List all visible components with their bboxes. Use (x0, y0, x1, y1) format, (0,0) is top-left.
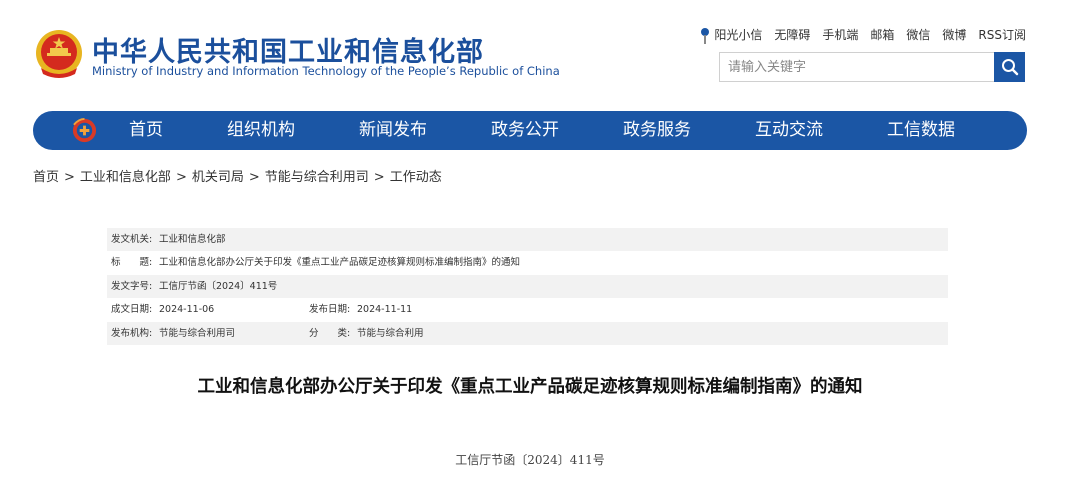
nav-item-home[interactable]: 首页 (129, 111, 163, 150)
torch-icon (701, 27, 710, 44)
meta-label: 发布机构: (111, 327, 153, 339)
meta-value-title: 工业和信息化部办公厅关于印发《重点工业产品碳足迹核算规则标准编制指南》的通知 (159, 257, 521, 269)
breadcrumb-item-home[interactable]: 首页 (33, 170, 59, 185)
meta-value-issuer: 工业和信息化部 (159, 234, 226, 245)
meta-label: 发布日期: (309, 304, 351, 316)
meta-row-dates: 成文日期: 2024-11-06 发布日期: 2024-11-11 (107, 298, 948, 321)
nav-item-data[interactable]: 工信数据 (887, 111, 955, 150)
top-link-rss[interactable]: RSS订阅 (978, 26, 1026, 43)
top-link-mobile[interactable]: 手机端 (822, 26, 858, 43)
meta-label: 发文机关: (111, 234, 153, 245)
meta-value-created: 2024-11-06 (159, 304, 215, 316)
meta-label: 发文字号: (111, 280, 153, 292)
breadcrumb-item-work-news[interactable]: 工作动态 (390, 170, 442, 185)
nav-item-news[interactable]: 新闻发布 (359, 111, 427, 150)
breadcrumb-separator: > (64, 170, 75, 185)
meta-value-category: 节能与综合利用 (357, 327, 424, 339)
meta-label: 分 类: (309, 327, 351, 339)
meta-value-published: 2024-11-11 (357, 304, 413, 316)
top-link-sunshine[interactable]: 阳光小信 (700, 26, 762, 44)
nav-item-organization[interactable]: 组织机构 (227, 111, 295, 150)
search-box (719, 52, 1025, 82)
meta-row-doc-no: 发文字号: 工信厅节函〔2024〕411号 (107, 274, 948, 299)
breadcrumb-separator: > (248, 170, 260, 185)
main-nav: 首页 组织机构 新闻发布 政务公开 政务服务 互动交流 工信数据 (33, 111, 1027, 150)
breadcrumb-item-energy-dept[interactable]: 节能与综合利用司 (265, 170, 369, 185)
meta-row-title: 标 题: 工业和信息化部办公厅关于印发《重点工业产品碳足迹核算规则标准编制指南》… (107, 251, 948, 274)
meta-value-org: 节能与综合利用司 (159, 327, 236, 339)
search-button[interactable] (994, 52, 1025, 82)
ministry-logo-icon (72, 117, 97, 143)
article-doc-number: 工信厅节函〔2024〕411号 (455, 453, 605, 467)
document-meta-table: 发文机关: 工业和信息化部 标 题: 工业和信息化部办公厅关于印发《重点工业产品… (107, 228, 948, 345)
meta-label: 标 题: (111, 257, 153, 269)
meta-row-org: 发布机构: 节能与综合利用司 分 类: 节能与综合利用 (107, 321, 948, 345)
national-emblem-icon (36, 30, 82, 78)
site-subtitle: Ministry of Industry and Information Tec… (92, 64, 560, 78)
nav-item-gov-services[interactable]: 政务服务 (623, 111, 691, 150)
breadcrumb: 首页 > 工业和信息化部 > 机关司局 > 节能与综合利用司 > 工作动态 (33, 166, 442, 185)
nav-item-gov-affairs[interactable]: 政务公开 (491, 111, 559, 150)
breadcrumb-separator: > (373, 170, 385, 185)
meta-row-issuer: 发文机关: 工业和信息化部 (107, 228, 948, 252)
search-input[interactable] (720, 53, 1006, 81)
top-link-weibo[interactable]: 微博 (942, 26, 966, 43)
breadcrumb-item-departments[interactable]: 机关司局 (192, 170, 244, 185)
nav-item-interaction[interactable]: 互动交流 (755, 111, 823, 150)
top-links: 阳光小信 无障碍 手机端 邮箱 微信 微博 RSS订阅 (700, 26, 1026, 44)
search-icon (1001, 59, 1018, 76)
top-link-accessibility[interactable]: 无障碍 (774, 26, 810, 43)
meta-value-doc-no: 工信厅节函〔2024〕411号 (159, 280, 278, 292)
breadcrumb-item-ministry[interactable]: 工业和信息化部 (80, 170, 171, 185)
top-link-wechat[interactable]: 微信 (906, 26, 930, 43)
top-link-mail[interactable]: 邮箱 (870, 26, 894, 43)
meta-label: 成文日期: (111, 304, 153, 316)
article-title: 工业和信息化部办公厅关于印发《重点工业产品碳足迹核算规则标准编制指南》的通知 (197, 377, 863, 397)
breadcrumb-separator: > (175, 170, 187, 185)
